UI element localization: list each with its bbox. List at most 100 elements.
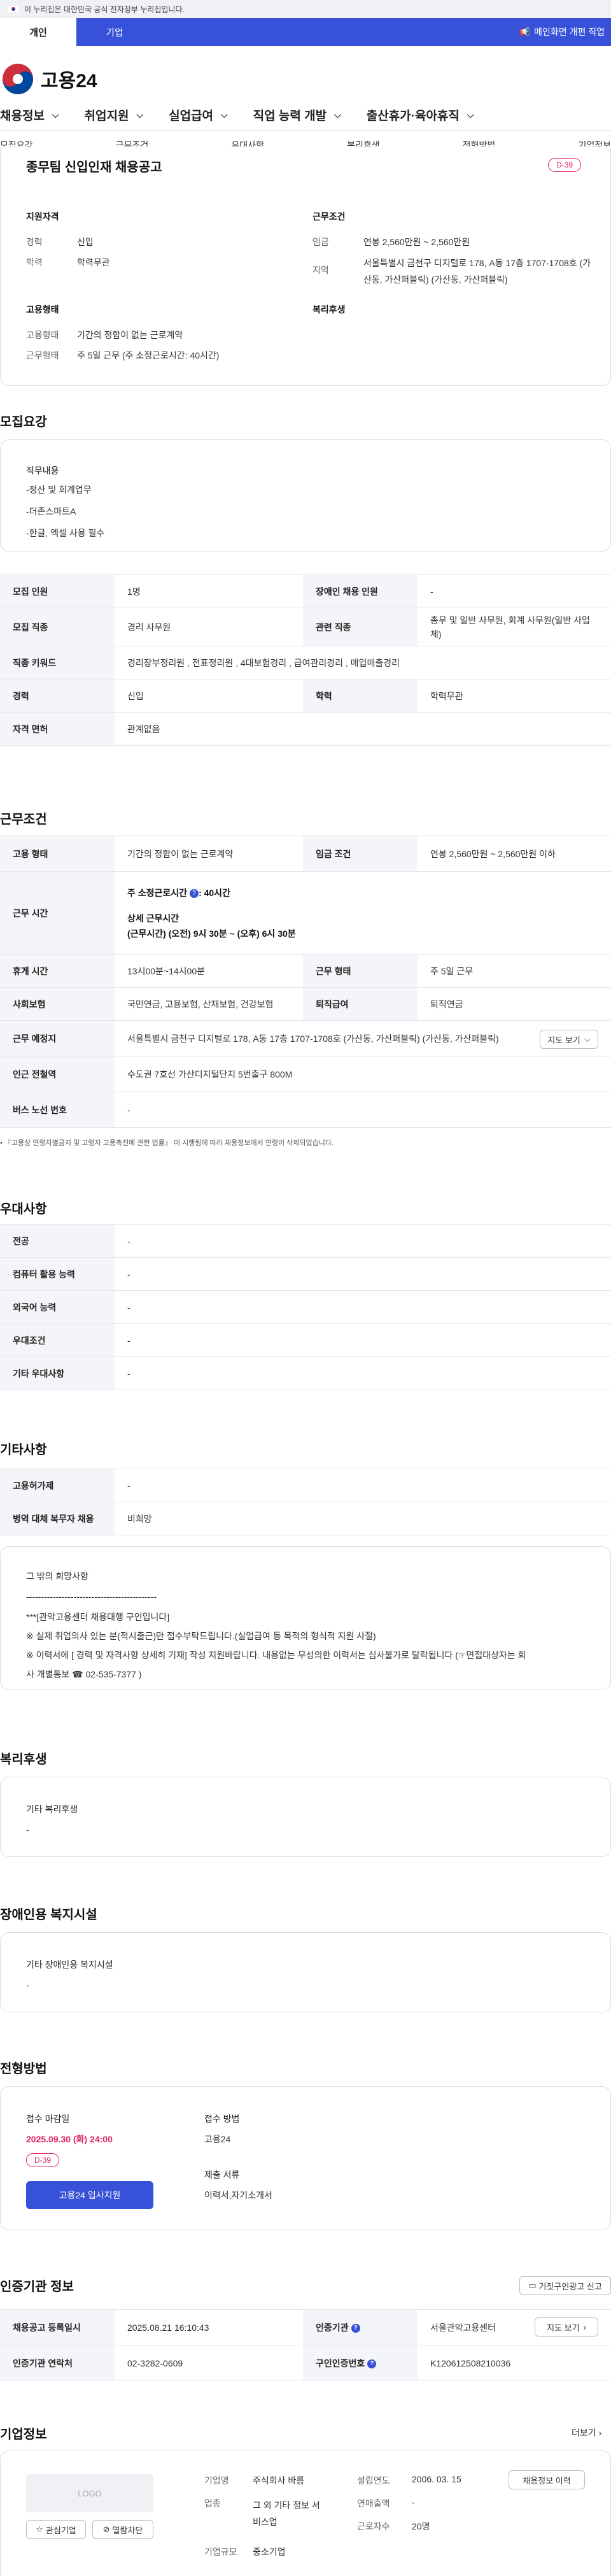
block-label: 열람차단 [112,2525,143,2535]
info-icon[interactable]: ? [190,888,199,898]
report-button[interactable]: ▭ 거짓구인광고 신고 [519,2276,611,2295]
duty-card: 직무내용 -정산 및 회계업무 -더존스마트A -한글, 엑셀 사용 필수 [0,439,611,551]
row-value: K120612508210036 [418,2345,611,2381]
row-label: 경력 [0,679,115,713]
wish-title: 그 밖의 희망사항 [26,1571,88,1581]
row-label: 채용공고 등록일시 [0,2309,115,2345]
row-value: 주 5일 근무 [418,954,611,988]
fav-label: 관심기업 [45,2525,76,2535]
row-value: 연봉 2,560만원 ~ 2,560만원 이하 [418,836,611,872]
agency-value: 서울관악고용센터 [430,2322,496,2333]
hours-detail: (근무시간) (오전) 9시 30분 ~ (오후) 6시 30분 [127,928,296,939]
row-value: 학력무관 [418,679,611,713]
tab-company[interactable]: 기업 [76,18,153,46]
gnb-item-training[interactable]: 직업 능력 개발 ⌵ [253,106,341,124]
info-icon[interactable]: ? [351,2323,360,2333]
table-row: 고용허가제 - [0,1469,611,1502]
job-title: 종무팀 신입인재 채용공고 [26,160,162,174]
dday-badge: D-39 [548,158,582,172]
revenue-label: 연매출액 [357,2498,390,2508]
docs-value: 이력서,자기소개서 [204,2190,272,2200]
duty-line: -한글, 엑셀 사용 필수 [26,528,105,538]
gnb-label: 실업급여 [169,109,214,123]
row-value: 경리 사무원 [115,608,303,646]
duty-line: -더존스마트A [26,506,76,516]
gnb-item-leave[interactable]: 출산휴가·육아휴직 ⌵ [367,106,474,124]
row-label: 근무 시간 [0,871,115,955]
cond-title: 근무조건 [313,211,346,222]
row-label: 자격 면허 [0,712,115,746]
history-button[interactable]: 채용정보 이력 [509,2470,585,2489]
wish-line: ※ 이력서에 [ 경력 및 자격사항 상세히 기재] 작성 지원바랍니다. 내용… [26,1650,526,1660]
row-value: 1명 [115,574,303,608]
row-label: 기타 우대사항 [0,1356,115,1390]
row-value: - [115,1224,611,1258]
hours-detail-title: 상세 근무시간 [127,913,179,923]
info-icon[interactable]: ? [367,2359,377,2368]
founded-label: 설립연도 [357,2475,390,2486]
fav-button[interactable]: ☆ 관심기업 [26,2520,86,2539]
row-value: - [115,1323,611,1357]
report-button-label: 거짓구인광고 신고 [538,2281,602,2291]
map-button[interactable]: 지도 보기 › [535,2317,598,2337]
row-label: 고용허가제 [0,1469,115,1502]
age-note: • 『고용상 연령차별금지 및 고령자 고용촉진에 관한 법률』 이 시행됨에 … [0,1139,334,1147]
row-label: 관련 직종 [303,608,418,646]
row-value: - [115,1092,611,1128]
wish-line: ----------------------------------------… [26,1591,157,1602]
hours-week: 주 소정근로시간?: 40시간 [127,885,598,900]
main-renewal-link[interactable]: 📢 메인화면 개편 직업 [519,18,611,46]
employees-label: 근로자수 [357,2521,390,2531]
gnb-item-support[interactable]: 취업지원 ⌵ [85,106,144,124]
row-label: 인증기관? [303,2309,418,2345]
chevron-down-icon: ⌵ [334,109,341,120]
method-label: 접수 방법 [204,2114,240,2124]
wish-line: ※ 실제 취업의사 있는 분(적시출근)만 접수부탁드립니다.(실업급여 등 목… [26,1631,376,1641]
row-value: - [418,574,611,608]
table-row: 사회보험 국민연금, 고용보험, 산재보험, 건강보험 퇴직급여 퇴직연금 [0,987,611,1021]
gov-banner: 이 누리집은 대한민국 공식 전자정부 누리집입니다. [0,0,611,18]
selection-title: 전형방법 [0,2062,47,2076]
welfare-val: - [26,1825,29,1835]
site-logo[interactable]: 고용24 [0,61,97,97]
form-value: 주 5일 근무 (주 소정근로시간: 40시간) [77,350,220,360]
duty-line: -정산 및 회계업무 [26,485,92,495]
table-row: 우대조건 - [0,1323,611,1357]
hours-cell: 주 소정근로시간?: 40시간 상세 근무시간 (근무시간) (오전) 9시 3… [115,871,611,955]
disability-sub: 기타 장애인용 복지시설 [26,1960,113,1970]
star-icon: ☆ [36,2524,43,2534]
apply-button[interactable]: 고용24 입사지원 [26,2181,153,2209]
row-value: 기간의 정함이 없는 근로계약 [115,836,303,872]
row-label: 전공 [0,1224,115,1258]
industry-value: 그 외 기타 정보 서비스업 [253,2500,320,2527]
map-button-label: 지도 보기 [547,2323,580,2333]
row-label: 모집 직종 [0,608,115,646]
disability-title: 장애인용 복지시설 [0,1908,97,1922]
block-button[interactable]: ⊘ 열람차단 [92,2520,153,2539]
row-value: 퇴직연금 [418,987,611,1021]
row-label: 구인인증번호? [303,2345,418,2381]
table-row: 고용 형태 기간의 정함이 없는 근로계약 임금 조건 연봉 2,560만원 ~ 2,… [0,836,611,872]
size-label: 기업규모 [204,2547,237,2557]
method-value: 고용24 [204,2134,231,2144]
table-row: 모집 직종 경리 사무원 관련 직종 총무 및 일반 사무원, 회계 사무원(일반 사… [0,608,611,646]
row-value: - [115,1290,611,1324]
more-link[interactable]: 더보기 › [572,2426,601,2439]
hours-week-value: : 40시간 [199,887,230,898]
table-row: 버스 노선 번호 - [0,1092,611,1128]
company-logo-placeholder: LOGO [26,2474,153,2512]
tab-personal[interactable]: 개인 [0,18,76,46]
chevron-down-icon: ⌵ [52,109,59,120]
gnb-item-unemployment[interactable]: 실업급여 ⌵ [169,106,228,124]
founded-value: 2006. 03. 15 [412,2474,461,2484]
company-title: 기업정보 [0,2428,47,2442]
industry-label: 업종 [204,2498,221,2508]
table-row: 근무 예정지 서울특별시 금천구 디지털로 178, A동 17층 1707-1… [0,1020,611,1057]
gnb-item-jobs[interactable]: 채용정보 ⌵ [0,106,59,124]
row-label: 임금 조건 [303,836,418,872]
region-value: 서울특별시 금천구 디지털로 178, A동 17층 1707-1708호 (가… [363,258,591,285]
map-button[interactable]: 지도 보기 ⌵ [540,1030,598,1049]
summary-card: 종무팀 신입인재 채용공고 D-39 지원자격 경력 신입 학력 학력무관 근무… [0,146,611,386]
table-row: 병역 대체 복무자 채용 비희망 [0,1502,611,1535]
row-label: 휴게 시간 [0,954,115,988]
